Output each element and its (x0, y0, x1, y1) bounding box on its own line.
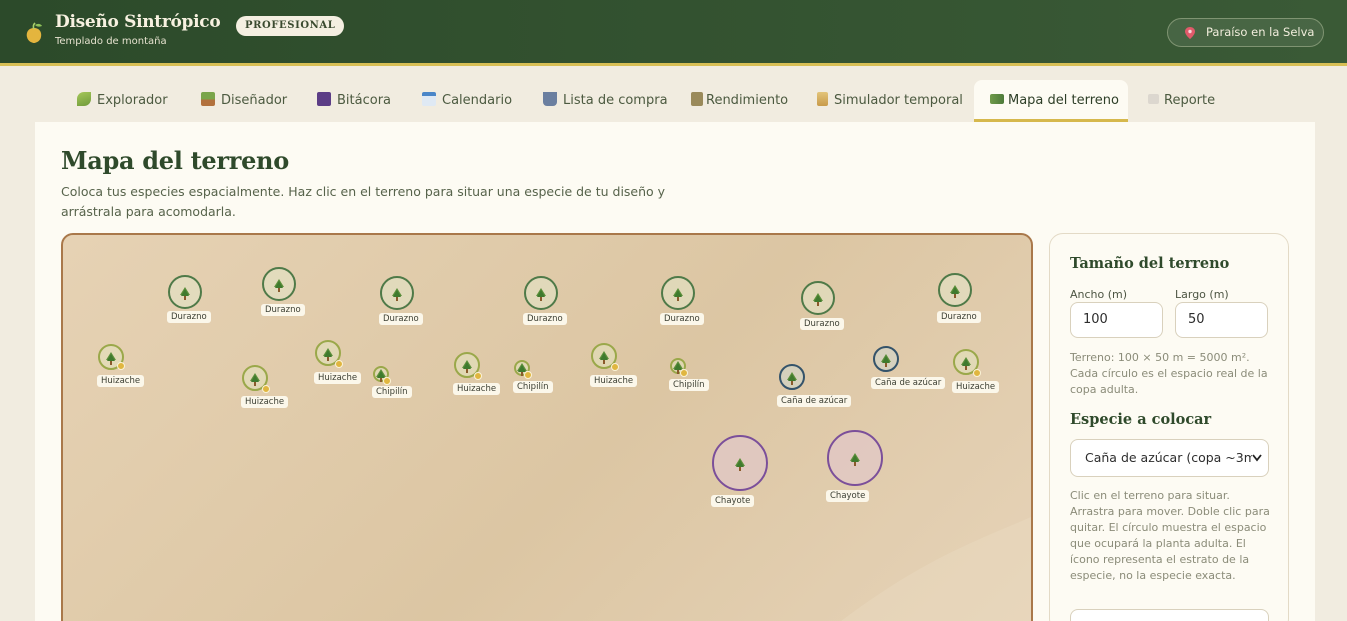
tree-icon (949, 283, 961, 298)
plant-label: Durazno (523, 313, 567, 325)
plan-badge: PROFESIONAL (236, 16, 345, 36)
stratum-dot (262, 385, 270, 393)
tree-icon (273, 277, 285, 292)
app-header: Diseño Sintrópico Templado de montaña PR… (0, 0, 1347, 66)
terrain-canvas[interactable]: Durazno Durazno Durazno Durazno Durazno Duraz… (61, 233, 1033, 621)
plant-label: Durazno (379, 313, 423, 325)
report-icon (1148, 94, 1159, 104)
tab-label: Bitácora (337, 93, 392, 108)
location-button[interactable]: Paraíso en la Selva (1167, 18, 1324, 47)
tab-label: Reporte (1164, 93, 1216, 108)
plant-label: Caña de azúcar (777, 395, 852, 407)
tab-label: Diseñador (221, 93, 288, 108)
plant-label: Durazno (937, 311, 981, 323)
plant-label: Chayote (826, 490, 870, 502)
plant-label: Chayote (711, 495, 755, 507)
plant-label: Durazno (660, 313, 704, 325)
species-heading: Especie a colocar (1070, 411, 1212, 428)
stratum-dot (335, 360, 343, 368)
tab-label: Rendimiento (706, 93, 789, 108)
settings-sidebar: Tamaño del terreno Ancho (m) Largo (m) 1… (1049, 233, 1289, 621)
placement-help: Clic en el terreno para situar. Arrastra… (1070, 489, 1270, 582)
length-label: Largo (m) (1175, 288, 1229, 301)
template-name: Templado de montaña (55, 36, 167, 47)
plant-label: Chipilín (372, 386, 412, 398)
stratum-dot (973, 369, 981, 377)
plant-label: Durazno (261, 304, 305, 316)
tab-label: Mapa del terreno (1008, 93, 1119, 108)
species-select-value: Caña de azúcar (copa ~3m (1085, 450, 1256, 465)
page-subtitle: Coloca tus especies espacialmente. Haz c… (61, 184, 666, 219)
width-label: Ancho (m) (1070, 288, 1128, 301)
plant-label: Durazno (800, 318, 844, 330)
tab-label: Simulador temporal (834, 93, 963, 108)
tab-label: Lista de compra (563, 93, 668, 108)
tree-icon (535, 286, 547, 301)
tree-icon (391, 286, 403, 301)
map-pin-icon (1185, 27, 1195, 39)
tab-rendimiento[interactable]: Rendimiento (680, 80, 799, 122)
tree-icon (880, 352, 892, 367)
species-select[interactable]: Caña de azúcar (copa ~3m (1070, 439, 1269, 477)
width-input[interactable]: 100 (1070, 302, 1163, 338)
plant-label: Huizache (453, 383, 501, 395)
tab-explorador[interactable]: Explorador (66, 80, 179, 122)
tree-icon (105, 350, 117, 365)
sprout-icon (77, 92, 91, 106)
terrain-size-heading: Tamaño del terreno (1070, 255, 1230, 272)
tab-disenador[interactable]: Diseñador (190, 80, 298, 122)
main-tabs: Explorador Diseñador Bitácora Calendario… (0, 69, 1347, 122)
terrain-area-note: Terreno: 100 × 50 m = 5000 m². Cada círc… (1070, 351, 1268, 396)
map-icon (990, 94, 1004, 104)
stratum-dot (611, 363, 619, 371)
potted-plant-icon (201, 92, 215, 106)
tab-label: Calendario (442, 93, 513, 108)
plant-label: Caña de azúcar (871, 377, 946, 389)
stratum-dot (117, 362, 125, 370)
calendar-icon (422, 92, 436, 106)
hourglass-icon (817, 92, 828, 106)
tree-icon (786, 370, 798, 385)
tree-icon (812, 291, 824, 306)
tree-icon (734, 456, 746, 471)
brand-title: Diseño Sintrópico (55, 12, 221, 32)
stratum-dot (383, 377, 391, 385)
plant-label: Huizache (314, 372, 362, 384)
tab-label: Explorador (97, 93, 168, 108)
map-panel: Mapa del terreno Coloca tus especies esp… (35, 122, 1315, 621)
plant-label: Huizache (241, 396, 289, 408)
tree-icon (960, 355, 972, 370)
tree-icon (598, 349, 610, 364)
chevron-down-icon (1252, 454, 1262, 462)
plant-label: Huizache (952, 381, 1000, 393)
peach-logo-icon (26, 22, 42, 43)
tab-mapa-terreno[interactable]: Mapa del terreno (974, 80, 1128, 122)
plant-label: Chipilín (669, 379, 709, 391)
tab-reporte[interactable]: Reporte (1137, 80, 1226, 122)
page-title: Mapa del terreno (61, 146, 289, 175)
plant-label: Chipilín (513, 381, 553, 393)
stratum-dot (474, 372, 482, 380)
plant-label: Durazno (167, 311, 211, 323)
tree-icon (179, 285, 191, 300)
stratum-dot (680, 369, 688, 377)
location-label: Paraíso en la Selva (1206, 25, 1315, 39)
secondary-input[interactable] (1070, 609, 1269, 621)
tree-icon (849, 451, 861, 466)
tab-simulador[interactable]: Simulador temporal (806, 80, 974, 122)
tab-bitacora[interactable]: Bitácora (306, 80, 402, 122)
length-input[interactable]: 50 (1175, 302, 1268, 338)
cart-icon (543, 92, 557, 106)
plant-label: Huizache (590, 375, 638, 387)
tree-icon (322, 346, 334, 361)
tree-icon (249, 371, 261, 386)
scales-icon (691, 92, 703, 106)
notebook-icon (317, 92, 331, 106)
tab-calendario[interactable]: Calendario (411, 80, 523, 122)
stratum-dot (524, 371, 532, 379)
tree-icon (672, 286, 684, 301)
tab-lista-compra[interactable]: Lista de compra (532, 80, 679, 122)
plant-label: Huizache (97, 375, 145, 387)
tree-icon (461, 358, 473, 373)
